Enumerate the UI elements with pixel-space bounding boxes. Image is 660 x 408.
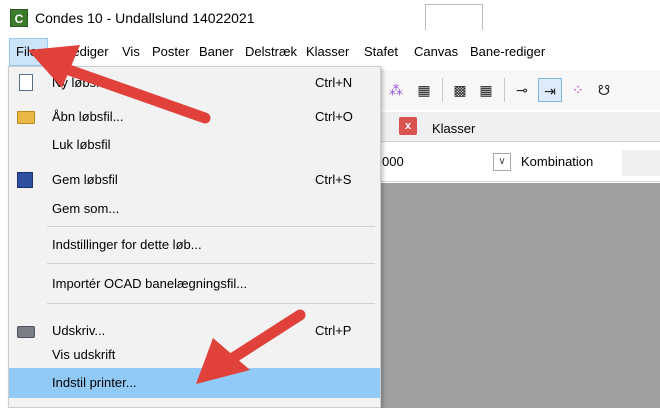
filter-bar — [380, 144, 660, 182]
combination-label: Kombination — [521, 154, 594, 169]
menu-delstraek[interactable]: Delstræk — [239, 38, 303, 66]
menu-item-indstillinger[interactable]: Indstillinger for dette løb... — [9, 231, 380, 259]
toolbar-icon-a[interactable]: ⁂ — [384, 78, 408, 102]
menu-item-luk-lobsfil[interactable]: Luk løbsfil — [9, 131, 380, 159]
menu-item-ny-lobsfil[interactable]: Ny løbsfil Ctrl+N — [9, 69, 380, 97]
menu-item-shortcut: Ctrl+S — [315, 172, 352, 187]
menu-item-label: Importér OCAD banelægningsfil... — [52, 276, 248, 291]
menu-item-label: Luk løbsfil — [52, 137, 111, 152]
open-folder-icon — [17, 111, 35, 124]
menu-filer[interactable]: Filer — [9, 38, 49, 66]
menu-separator — [47, 226, 375, 227]
title-bar: C Condes 10 - Undallslund 14022021 — [0, 0, 660, 38]
key-icon[interactable]: ⊸ — [510, 78, 534, 102]
menu-item-label: Udskriv... — [52, 323, 106, 338]
new-file-icon — [19, 74, 33, 91]
printer-icon — [17, 326, 35, 338]
table-solid-icon[interactable]: ▩ — [448, 78, 472, 102]
canvas-area[interactable] — [380, 183, 660, 408]
mask-icon[interactable]: ☋ — [592, 78, 616, 102]
menu-baner[interactable]: Baner — [193, 38, 240, 66]
menu-separator — [47, 263, 375, 264]
tab-klasser[interactable] — [425, 4, 483, 30]
menu-item-gem-som[interactable]: Gem som... — [9, 195, 380, 223]
window-title: Condes 10 - Undallslund 14022021 — [35, 10, 255, 26]
menu-item-shortcut: Ctrl+P — [315, 323, 352, 338]
filter-value: 000 — [382, 154, 404, 169]
menu-item-shortcut: Ctrl+O — [315, 109, 353, 124]
menu-separator — [47, 303, 375, 304]
menu-poster[interactable]: Poster — [146, 38, 196, 66]
close-icon[interactable]: x — [399, 117, 417, 135]
menu-vis[interactable]: Vis — [116, 38, 146, 66]
menu-canvas[interactable]: Canvas — [408, 38, 464, 66]
menu-item-label: Indstillinger for dette løb... — [52, 237, 202, 252]
menu-item-gem-lobsfil[interactable]: Gem løbsfil Ctrl+S — [9, 166, 380, 194]
menu-rediger[interactable]: Rediger — [57, 38, 115, 66]
tab-strip — [380, 112, 660, 142]
menu-item-label: Ny løbsfil — [52, 75, 106, 90]
chevron-down-icon[interactable]: ∨ — [493, 153, 511, 171]
calendar-icon[interactable]: ▦ — [412, 78, 436, 102]
menu-item-label: Åbn løbsfil... — [52, 109, 124, 124]
menu-bar: Filer Rediger Vis Poster Baner Delstræk … — [0, 38, 660, 66]
filter-field[interactable] — [622, 150, 660, 176]
tab-klasser-label: Klasser — [432, 121, 476, 136]
menu-item-label: Indstil printer... — [52, 375, 137, 390]
menu-item-shortcut: Ctrl+N — [315, 75, 353, 90]
dots-icon[interactable]: ⁘ — [566, 78, 590, 102]
save-icon — [17, 172, 33, 188]
menu-item-label: Gem som... — [52, 201, 120, 216]
toolbar: ⁂ ▦ ▩ ▦ ⊸ ⇥ ⁘ ☋ — [380, 70, 660, 110]
menu-item-label: Gem løbsfil — [52, 172, 118, 187]
menu-bane-rediger[interactable]: Bane-rediger — [464, 38, 551, 66]
menu-item-vis-udskrift[interactable]: Vis udskrift — [9, 341, 380, 369]
menu-stafet[interactable]: Stafet — [358, 38, 404, 66]
menu-item-abn-lobsfil[interactable]: Åbn løbsfil... Ctrl+O — [9, 103, 380, 131]
grid-icon[interactable]: ▦ — [474, 78, 498, 102]
file-menu-dropdown: Ny løbsfil Ctrl+N Åbn løbsfil... Ctrl+O … — [8, 66, 381, 408]
menu-klasser[interactable]: Klasser — [300, 38, 355, 66]
toolbar-separator — [442, 78, 443, 102]
menu-item-label: Vis udskrift — [52, 347, 116, 362]
toolbar-separator — [504, 78, 505, 102]
menu-item-importer-ocad[interactable]: Importér OCAD banelægningsfil... — [9, 270, 380, 298]
menu-item-indstil-printer[interactable]: Indstil printer... — [9, 368, 380, 398]
import-icon[interactable]: ⇥ — [538, 78, 562, 102]
app-icon: C — [10, 9, 28, 27]
